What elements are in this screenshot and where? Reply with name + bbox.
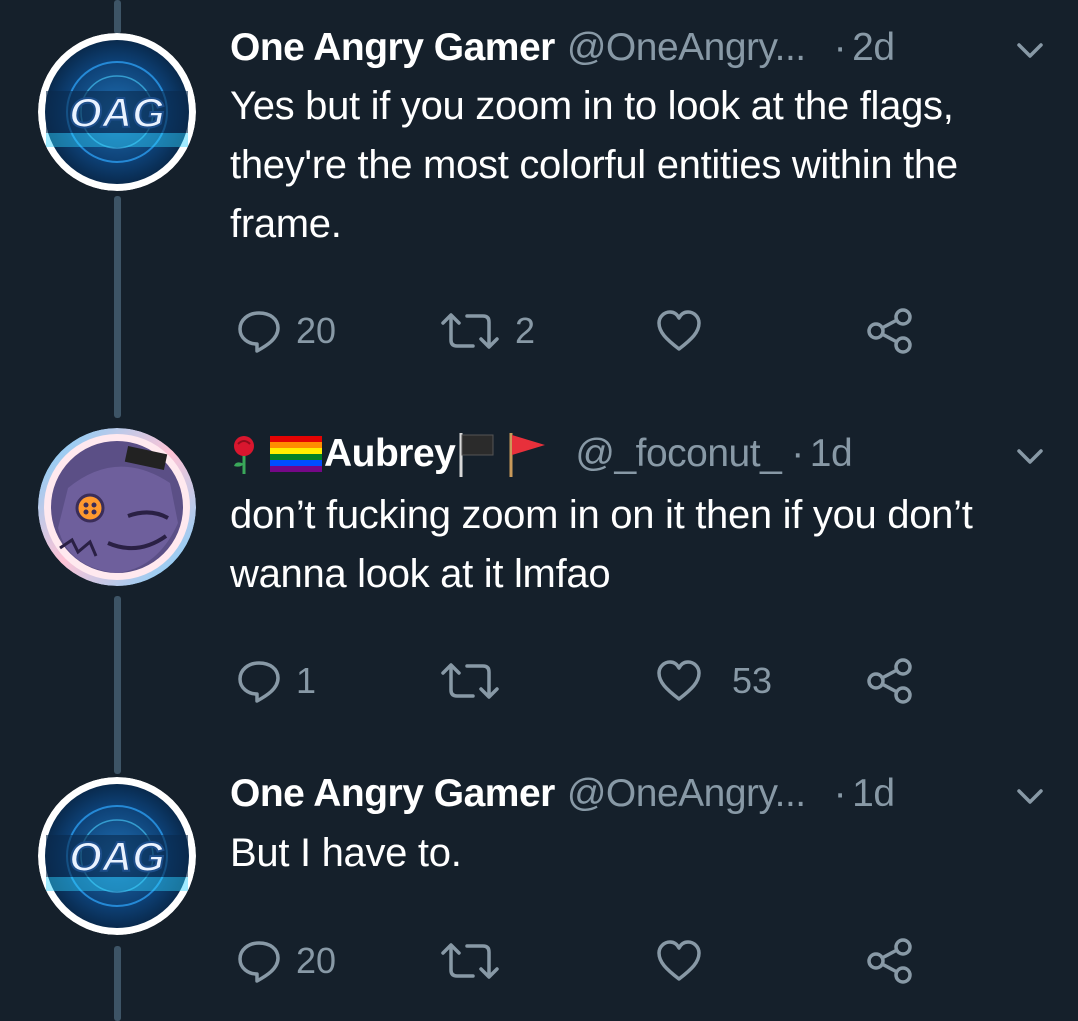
character-avatar-icon bbox=[38, 428, 196, 586]
user-handle[interactable]: @OneAngry... bbox=[567, 26, 806, 70]
user-handle[interactable]: @_foconut_ bbox=[575, 432, 781, 476]
chevron-down-icon[interactable] bbox=[1012, 438, 1048, 474]
black-flag-emoji bbox=[457, 431, 497, 477]
tweet-actions: 20 bbox=[0, 931, 1078, 991]
rainbow-flag-emoji bbox=[270, 436, 322, 472]
like-button[interactable] bbox=[656, 301, 716, 361]
retweet-button[interactable] bbox=[439, 651, 515, 711]
svg-text:OAG: OAG bbox=[69, 833, 165, 880]
chevron-down-icon[interactable] bbox=[1012, 32, 1048, 68]
like-button[interactable] bbox=[656, 931, 716, 991]
separator-dot: · bbox=[833, 26, 847, 69]
heart-icon bbox=[656, 309, 702, 353]
reply-count: 20 bbox=[296, 310, 337, 351]
retweet-icon bbox=[439, 308, 501, 354]
triangular-flag-emoji bbox=[507, 431, 547, 477]
tweet-actions: 1 53 bbox=[0, 651, 1078, 711]
avatar[interactable]: OAG bbox=[38, 33, 196, 191]
oag-logo-icon: OAG bbox=[38, 777, 196, 935]
heart-icon bbox=[656, 939, 702, 983]
timestamp[interactable]: 1d bbox=[810, 432, 853, 476]
tweet-text: don’t fucking zoom in on it then if you … bbox=[230, 493, 973, 596]
reply-icon bbox=[236, 658, 282, 704]
oag-logo-icon: OAG bbox=[38, 33, 196, 191]
timestamp[interactable]: 2d bbox=[852, 26, 895, 70]
like-count: 53 bbox=[732, 660, 773, 701]
avatar[interactable] bbox=[38, 428, 196, 586]
reply-icon bbox=[236, 938, 282, 984]
display-name[interactable]: One Angry Gamer bbox=[230, 772, 555, 816]
heart-icon bbox=[656, 659, 702, 703]
tweet-header: One Angry Gamer @OneAngry... · 1d bbox=[230, 764, 895, 824]
chevron-down-icon[interactable] bbox=[1012, 778, 1048, 814]
retweet-count: 2 bbox=[515, 310, 536, 351]
separator-dot: · bbox=[791, 432, 804, 475]
retweet-button[interactable] bbox=[439, 931, 515, 991]
retweet-icon bbox=[439, 658, 501, 704]
like-button[interactable]: 53 bbox=[656, 651, 772, 711]
display-name[interactable]: One Angry Gamer bbox=[230, 26, 555, 70]
user-handle[interactable]: @OneAngry... bbox=[567, 772, 806, 816]
share-icon bbox=[865, 936, 915, 986]
reply-count: 20 bbox=[296, 940, 337, 981]
share-icon bbox=[865, 656, 915, 706]
tweet-header: Aubrey @_foconut_ · 1d bbox=[230, 424, 853, 484]
share-button[interactable] bbox=[865, 931, 915, 991]
share-button[interactable] bbox=[865, 651, 915, 711]
tweet-actions: 20 2 bbox=[0, 301, 1078, 361]
share-button[interactable] bbox=[865, 301, 915, 361]
separator-dot: · bbox=[833, 772, 847, 815]
timestamp[interactable]: 1d bbox=[852, 772, 895, 816]
tweet-text: But I have to. bbox=[230, 831, 462, 875]
avatar[interactable]: OAG bbox=[38, 777, 196, 935]
rose-emoji bbox=[230, 434, 258, 474]
tweet-header: One Angry Gamer @OneAngry... · 2d bbox=[230, 18, 895, 78]
reply-count: 1 bbox=[296, 660, 317, 701]
reply-button[interactable]: 20 bbox=[236, 301, 336, 361]
tweet[interactable]: OAG One Angry Gamer @OneAngry... · 1d Bu… bbox=[0, 770, 1078, 1021]
tweet-text: Yes but if you zoom in to look at the fl… bbox=[230, 84, 958, 246]
retweet-icon bbox=[439, 938, 501, 984]
tweet[interactable]: Aubrey @_foconut_ · 1d don’t fucking zoo… bbox=[0, 400, 1078, 770]
reply-button[interactable]: 20 bbox=[236, 931, 336, 991]
retweet-button[interactable]: 2 bbox=[439, 301, 535, 361]
svg-text:OAG: OAG bbox=[69, 89, 165, 136]
share-icon bbox=[865, 306, 915, 356]
tweet[interactable]: OAG One Angry Gamer @OneAngry... · 2d Ye… bbox=[0, 0, 1078, 400]
reply-icon bbox=[236, 308, 282, 354]
reply-button[interactable]: 1 bbox=[236, 651, 316, 711]
display-name[interactable]: Aubrey bbox=[324, 432, 456, 476]
